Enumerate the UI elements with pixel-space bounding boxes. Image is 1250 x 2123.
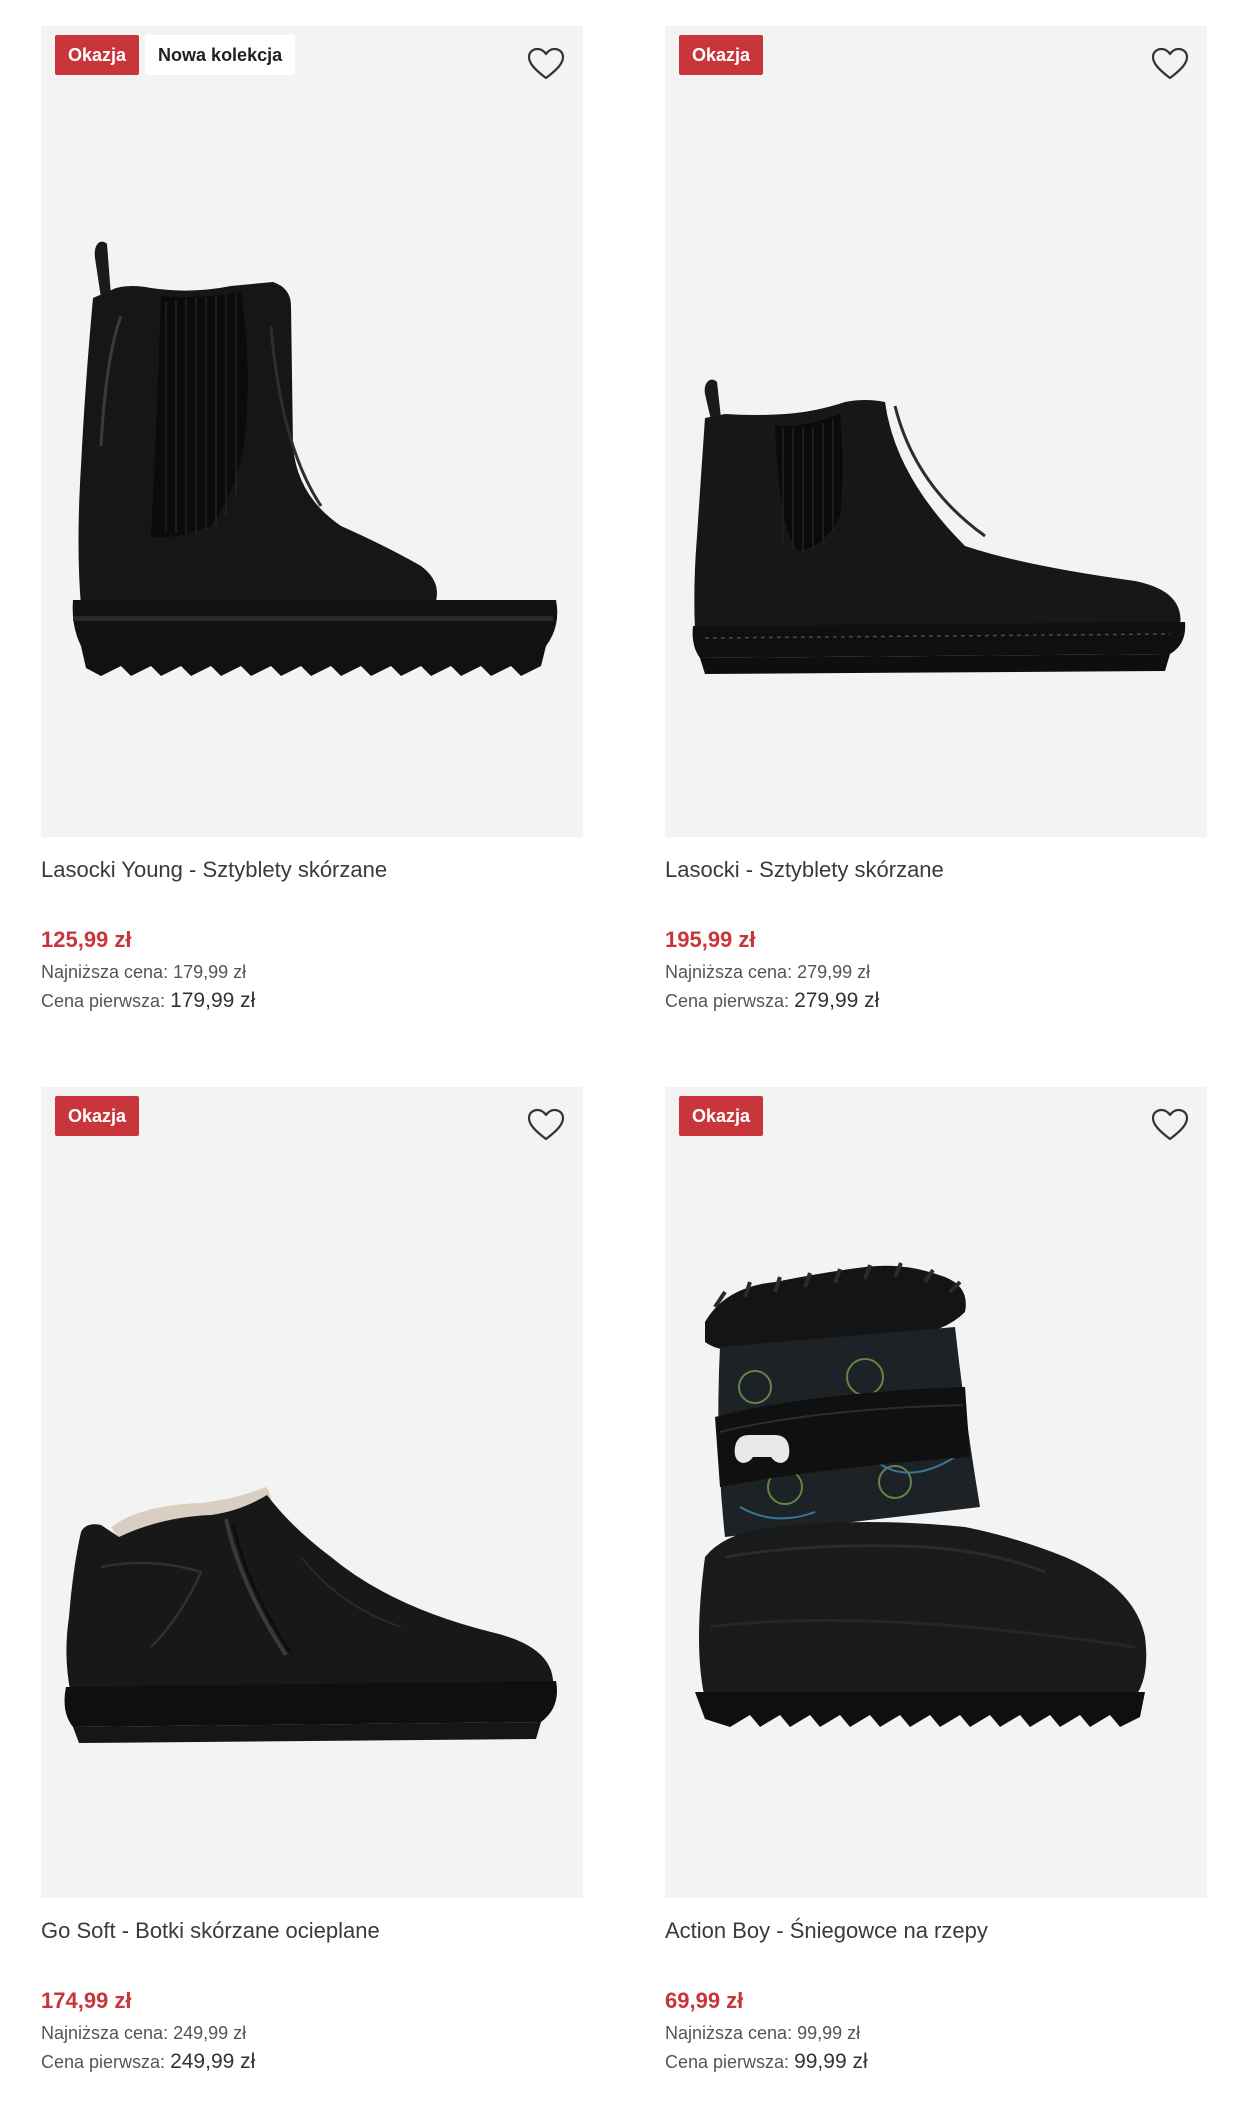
- lowest-price-label: Najniższa cena:: [41, 2023, 169, 2043]
- product-card[interactable]: Okazja Go Soft - Botki skórzane ocieplan…: [41, 1087, 583, 2076]
- heart-outline-icon[interactable]: [524, 1104, 568, 1148]
- first-price-line: Cena pierwsza: 279,99 zł: [665, 987, 1207, 1015]
- new-collection-badge: Nowa kolekcja: [145, 35, 296, 75]
- sale-price: 174,99 zł: [41, 1988, 132, 2013]
- deal-badge: Okazja: [55, 35, 140, 75]
- product-grid: Okazja Nowa kolekcja Lasocki Young - Szt…: [0, 0, 1250, 2123]
- chelsea-boot-platform-image: [72, 241, 558, 676]
- lowest-price-line: Najniższa cena: 99,99 zł: [665, 2020, 1207, 2046]
- product-name[interactable]: Action Boy - Śniegowce na rzepy: [665, 1916, 1207, 1946]
- sale-price: 125,99 zł: [41, 927, 132, 952]
- badge-group: Okazja Nowa kolekcja: [55, 35, 296, 75]
- first-price-value: 249,99 zł: [170, 2050, 256, 2073]
- first-price-label: Cena pierwsza:: [41, 2052, 166, 2072]
- lowest-price-value: 279,99 zł: [797, 962, 871, 982]
- lowest-price-value: 99,99 zł: [797, 2023, 861, 2043]
- heart-outline-icon[interactable]: [1148, 43, 1192, 87]
- badge-group: Okazja: [679, 35, 764, 75]
- product-name[interactable]: Lasocki Young - Sztyblety skórzane: [41, 855, 583, 885]
- badge-group: Okazja: [679, 1096, 764, 1136]
- first-price-value: 279,99 zł: [794, 989, 880, 1012]
- lowest-price-label: Najniższa cena:: [665, 2023, 793, 2043]
- product-image[interactable]: Okazja: [41, 1087, 583, 1898]
- lowest-price-label: Najniższa cena:: [41, 962, 169, 982]
- lowest-price-line: Najniższa cena: 249,99 zł: [41, 2020, 583, 2046]
- lowest-price-label: Najniższa cena:: [665, 962, 793, 982]
- product-image[interactable]: Okazja Nowa kolekcja: [41, 26, 583, 837]
- heart-outline-icon[interactable]: [1148, 1104, 1192, 1148]
- lowest-price-value: 179,99 zł: [173, 962, 247, 982]
- deal-badge: Okazja: [679, 35, 764, 75]
- ankle-boot-zip-image: [64, 1487, 557, 1743]
- deal-badge: Okazja: [55, 1096, 140, 1136]
- first-price-label: Cena pierwsza:: [665, 2052, 790, 2072]
- product-card[interactable]: Okazja Action Boy - Śniegowce na rzepy 6…: [665, 1087, 1207, 2076]
- heart-outline-icon[interactable]: [524, 43, 568, 87]
- first-price-line: Cena pierwsza: 249,99 zł: [41, 2048, 583, 2076]
- first-price-label: Cena pierwsza:: [665, 991, 790, 1011]
- first-price-label: Cena pierwsza:: [41, 991, 166, 1011]
- first-price-value: 179,99 zł: [170, 989, 256, 1012]
- product-name[interactable]: Lasocki - Sztyblety skórzane: [665, 855, 1207, 885]
- lowest-price-value: 249,99 zł: [173, 2023, 247, 2043]
- lowest-price-line: Najniższa cena: 179,99 zł: [41, 959, 583, 985]
- chelsea-boot-image: [692, 379, 1186, 674]
- product-card[interactable]: Okazja Nowa kolekcja Lasocki Young - Szt…: [41, 26, 583, 1015]
- deal-badge: Okazja: [679, 1096, 764, 1136]
- product-image[interactable]: Okazja: [665, 1087, 1207, 1898]
- first-price-value: 99,99 zł: [794, 2050, 868, 2073]
- first-price-line: Cena pierwsza: 179,99 zł: [41, 987, 583, 1015]
- product-image[interactable]: Okazja: [665, 26, 1207, 837]
- first-price-line: Cena pierwsza: 99,99 zł: [665, 2048, 1207, 2076]
- product-name[interactable]: Go Soft - Botki skórzane ocieplane: [41, 1916, 583, 1946]
- sale-price: 195,99 zł: [665, 927, 756, 952]
- product-card[interactable]: Okazja Lasocki - Sztyblety skórzane 195,…: [665, 26, 1207, 1015]
- lowest-price-line: Najniższa cena: 279,99 zł: [665, 959, 1207, 985]
- sale-price: 69,99 zł: [665, 1988, 744, 2013]
- snow-boot-image: [695, 1262, 1147, 1727]
- badge-group: Okazja: [55, 1096, 140, 1136]
